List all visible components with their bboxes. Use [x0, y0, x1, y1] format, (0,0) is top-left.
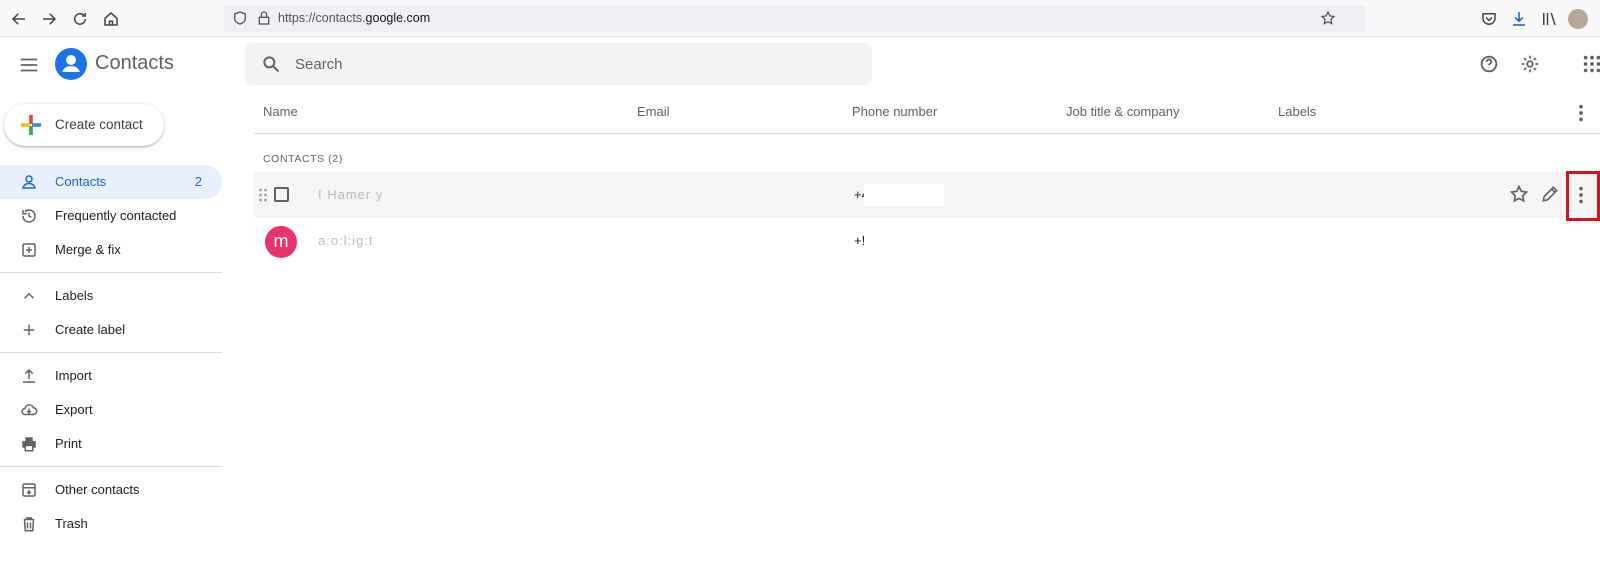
forward-icon[interactable] — [38, 8, 60, 30]
trash-icon — [20, 515, 38, 533]
column-header-email[interactable]: Email — [637, 104, 670, 119]
merge-fix-icon — [20, 241, 38, 259]
sidebar-divider — [0, 466, 222, 467]
shield-icon[interactable] — [232, 10, 248, 26]
bookmark-star-icon[interactable] — [1320, 10, 1336, 26]
column-header-labels[interactable]: Labels — [1278, 104, 1316, 119]
sidebar-item-merge-fix[interactable]: Merge & fix — [0, 233, 222, 267]
sidebar-item-labels[interactable]: Labels — [0, 279, 222, 313]
sidebar-item-print[interactable]: Print — [0, 427, 222, 461]
contacts-logo-icon — [55, 48, 87, 80]
column-header-phone[interactable]: Phone number — [852, 104, 937, 119]
sidebar-item-label: Frequently contacted — [55, 208, 177, 223]
cloud-download-icon — [20, 401, 38, 419]
plus-icon — [20, 321, 38, 339]
browser-toolbar: https://contacts.google.com — [0, 0, 1600, 37]
drag-handle-icon[interactable] — [258, 188, 268, 202]
contact-row[interactable]: m a:o:l:ig:t +! — [254, 218, 1600, 264]
sidebar-item-create-label[interactable]: Create label — [0, 313, 222, 347]
chevron-up-icon — [20, 287, 38, 305]
pocket-icon[interactable] — [1478, 8, 1500, 30]
sidebar-item-trash[interactable]: Trash — [0, 507, 222, 541]
settings-gear-icon[interactable] — [1519, 53, 1541, 75]
column-header-name[interactable]: Name — [263, 104, 298, 119]
app-title: Contacts — [95, 52, 174, 74]
column-header-job-title[interactable]: Job title & company — [1066, 104, 1179, 119]
sidebar-item-label: Export — [55, 402, 93, 417]
search-input[interactable] — [295, 51, 855, 77]
sidebar-item-other-contacts[interactable]: Other contacts — [0, 473, 222, 507]
main-menu-icon[interactable] — [18, 54, 40, 76]
contact-select-checkbox[interactable] — [274, 187, 289, 202]
sidebar-item-label: Contacts — [55, 174, 107, 189]
column-options-more-icon[interactable] — [1570, 102, 1592, 124]
help-icon[interactable] — [1478, 53, 1500, 75]
home-icon[interactable] — [100, 8, 122, 30]
highlight-box — [1566, 171, 1600, 221]
redacted-phone — [864, 184, 944, 206]
sidebar-item-label: Merge & fix — [55, 242, 121, 257]
profile-avatar[interactable] — [1568, 9, 1588, 29]
back-icon[interactable] — [8, 8, 30, 30]
create-contact-label: Create contact — [55, 117, 143, 132]
download-icon[interactable] — [1508, 8, 1530, 30]
url-domain: google.com — [365, 11, 431, 25]
search-bar[interactable] — [245, 43, 872, 85]
contact-row[interactable]: I Hamer y +4 — [254, 172, 1600, 218]
colored-plus-icon — [20, 114, 42, 136]
contact-name[interactable]: a:o:l:ig:t — [318, 233, 374, 248]
history-icon — [20, 207, 38, 225]
sidebar-item-label: Create label — [55, 322, 126, 337]
sidebar-item-contacts[interactable]: Contacts 2 — [0, 165, 222, 199]
address-bar[interactable]: https://contacts.google.com — [224, 5, 1366, 32]
upload-icon — [20, 367, 38, 385]
contacts-count: 2 — [194, 174, 202, 189]
url-text[interactable]: https://contacts.google.com — [278, 11, 430, 25]
url-prefix: https://contacts. — [278, 11, 366, 25]
archive-icon — [20, 481, 38, 499]
printer-icon — [20, 435, 38, 453]
contact-phone: +! — [854, 233, 866, 248]
create-contact-button[interactable]: Create contact — [4, 104, 164, 146]
sidebar-divider — [0, 352, 222, 353]
sidebar-item-label: Import — [55, 368, 92, 383]
sidebar-item-label: Other contacts — [55, 482, 140, 497]
edit-pencil-icon[interactable] — [1540, 184, 1562, 206]
sidebar-item-import[interactable]: Import — [0, 359, 222, 393]
search-icon[interactable] — [261, 54, 281, 74]
table-header-divider — [254, 133, 1600, 134]
sidebar-item-label: Print — [55, 436, 82, 451]
apps-grid-icon[interactable] — [1581, 53, 1600, 75]
sidebar-item-export[interactable]: Export — [0, 393, 222, 427]
contact-name[interactable]: I Hamer y — [318, 187, 383, 202]
sidebar-item-label: Trash — [55, 516, 88, 531]
sidebar-divider — [0, 272, 222, 273]
library-icon[interactable] — [1538, 8, 1560, 30]
person-icon — [20, 173, 38, 191]
contacts-section-title: CONTACTS (2) — [263, 153, 343, 165]
contact-avatar: m — [265, 226, 297, 258]
sidebar-item-label: Labels — [55, 288, 94, 303]
star-icon[interactable] — [1509, 184, 1531, 206]
lock-icon[interactable] — [256, 10, 272, 26]
sidebar-item-frequently-contacted[interactable]: Frequently contacted — [0, 199, 222, 233]
reload-icon[interactable] — [69, 8, 91, 30]
